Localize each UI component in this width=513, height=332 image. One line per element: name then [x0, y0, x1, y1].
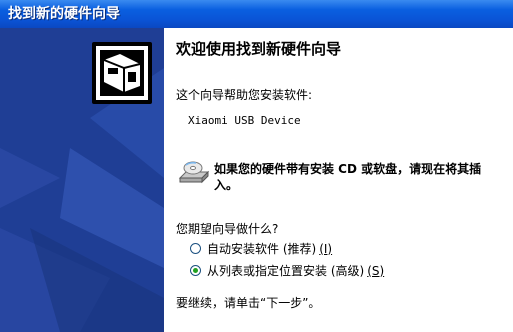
sidebar-graphic: [0, 28, 164, 332]
option-auto-install[interactable]: 自动安装软件 (推荐) (I): [190, 240, 332, 257]
wizard-heading: 欢迎使用找到新硬件向导: [176, 40, 342, 58]
insert-cd-message: 如果您的硬件带有安装 CD 或软盘，请现在将其插入。: [214, 162, 482, 192]
option-manual-install-label: 从列表或指定位置安装 (高级): [207, 264, 365, 278]
radio-manual-install[interactable]: [190, 265, 201, 276]
option-manual-install-hotkey: (S): [367, 263, 385, 278]
device-name: Xiaomi USB Device: [188, 114, 301, 127]
continue-instruction: 要继续，请单击“下一步”。: [176, 296, 321, 310]
cd-drive-icon: [178, 156, 210, 192]
wizard-sidebar: [0, 28, 164, 332]
window-title[interactable]: 找到新的硬件向导: [0, 0, 513, 28]
wizard-window: 找到新的硬件向导 欢迎使用找到新硬件向导 这个向导帮助您安装软件: Xiaomi…: [0, 0, 513, 332]
intro-text: 这个向导帮助您安装软件:: [176, 88, 313, 102]
wizard-content: 欢迎使用找到新硬件向导 这个向导帮助您安装软件: Xiaomi USB Devi…: [164, 28, 513, 332]
hardware-wizard-icon: [92, 42, 152, 104]
option-auto-install-hotkey: (I): [319, 241, 333, 256]
options-question: 您期望向导做什么?: [176, 222, 279, 236]
option-manual-install[interactable]: 从列表或指定位置安装 (高级) (S): [190, 262, 384, 279]
option-auto-install-label: 自动安装软件 (推荐): [207, 242, 317, 256]
radio-auto-install[interactable]: [190, 243, 201, 254]
